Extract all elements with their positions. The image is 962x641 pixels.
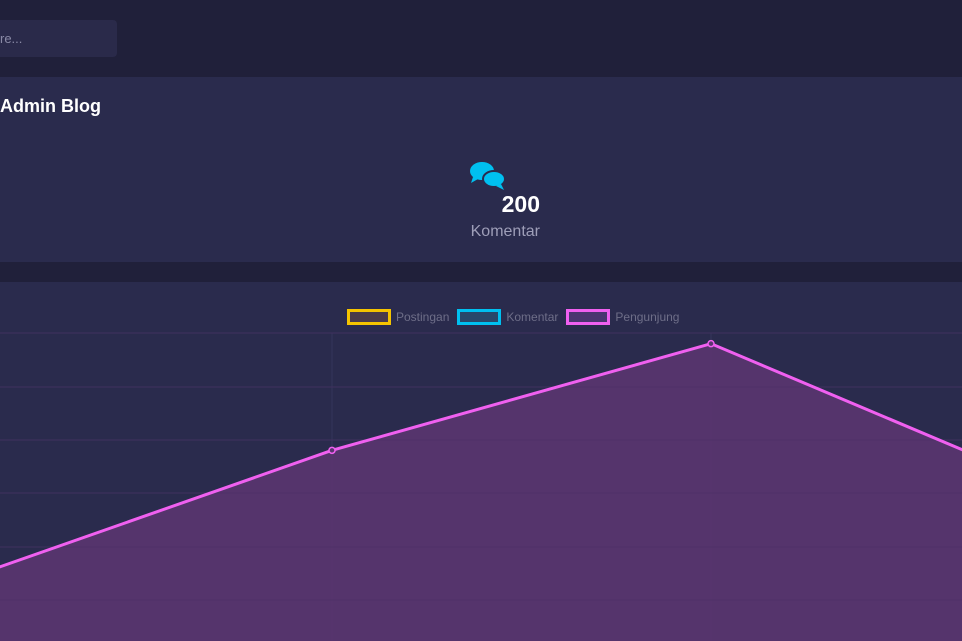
top-bar: re... (0, 0, 962, 77)
data-point-pengunjung[interactable] (328, 446, 336, 455)
area-chart (0, 332, 962, 641)
search-placeholder: re... (0, 31, 23, 46)
card-title: Admin Blog (0, 96, 101, 116)
comments-icon (470, 162, 506, 190)
stat-label: Komentar (470, 223, 540, 240)
data-point-pengunjung[interactable] (707, 339, 715, 348)
stat-value: 200 (501, 191, 540, 217)
section-divider (0, 262, 962, 282)
